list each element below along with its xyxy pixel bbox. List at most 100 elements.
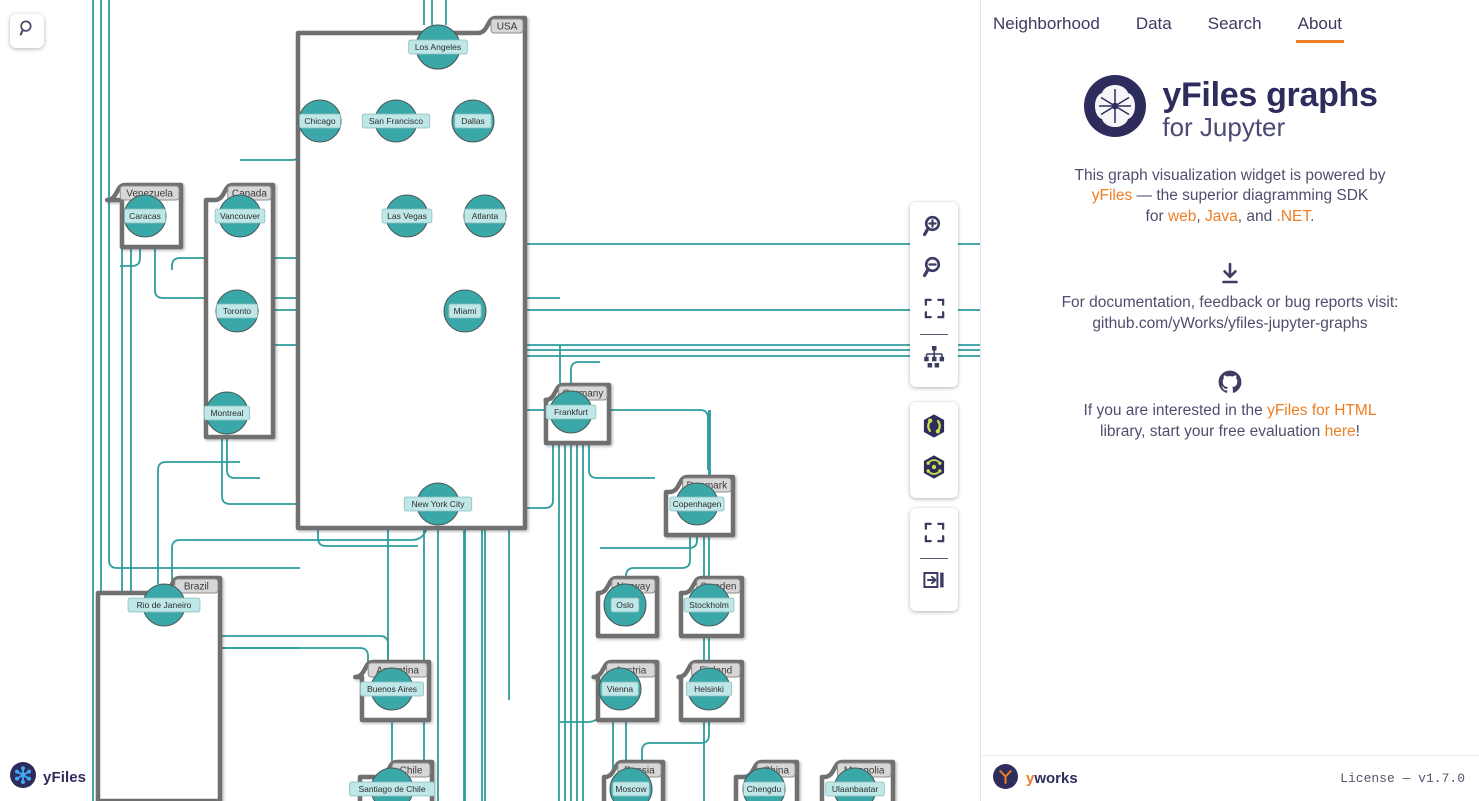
tab-search[interactable]: Search (1206, 12, 1264, 43)
yfiles-logo-icon (1082, 73, 1148, 144)
evaluation-tail: ! (1355, 422, 1360, 440)
yworks-wordmark-rest: works (1034, 770, 1078, 787)
graph-search-button[interactable] (10, 14, 44, 48)
hierarchic-layout-button[interactable] (910, 338, 958, 379)
graph-toolbar-main[interactable] (910, 202, 958, 387)
github-icon (1001, 369, 1459, 395)
graph-node-caracas[interactable]: Caracas (123, 194, 167, 238)
yfiles-jupyter-graphs-widget: USAVenezuelaCanadaGermanyDenmarkBrazilNo… (0, 0, 1479, 801)
evaluation-section: If you are interested in the yFiles for … (1001, 369, 1459, 443)
product-logo: yFiles graphs for Jupyter (1001, 73, 1459, 144)
tab-about[interactable]: About (1295, 12, 1345, 43)
organic-layout-button[interactable] (910, 408, 958, 449)
product-subtitle: for Jupyter (1162, 111, 1286, 142)
node-label: Caracas (129, 211, 161, 221)
node-label: Miami (454, 306, 477, 316)
group-frame (295, 15, 528, 531)
dotnet-link[interactable]: .NET (1277, 208, 1311, 225)
toggle-sidebar-button[interactable] (910, 562, 958, 603)
graph-toolbar-layout[interactable] (910, 402, 958, 498)
yworks-wordmark: yworks (1026, 770, 1078, 787)
node-label: Chengdu (747, 784, 782, 794)
java-link[interactable]: Java (1205, 208, 1238, 225)
node-label: Dallas (461, 116, 485, 126)
zoom-in-icon (922, 214, 946, 243)
node-label: Copenhagen (673, 499, 722, 509)
node-label: Stockholm (689, 600, 729, 610)
node-label: Ulaanbaatar (832, 784, 878, 794)
node-label: Montreal (210, 408, 243, 418)
fullscreen-icon (923, 521, 946, 549)
circular-layout-icon (921, 454, 947, 485)
yworks-logo: yworks (993, 763, 1078, 794)
github-repo-link[interactable]: github.com/yWorks/yfiles-jupyter-graphs (1001, 314, 1459, 335)
group-label: USA (497, 22, 518, 33)
blurb-line-1: This graph visualization widget is power… (1074, 167, 1386, 184)
toolbar-divider-2 (920, 558, 948, 559)
blurb-tail: . (1310, 207, 1315, 225)
zoom-in-button[interactable] (910, 208, 958, 249)
web-link[interactable]: web (1168, 208, 1196, 225)
node-label: Buenos Aires (367, 684, 417, 694)
about-panel: yFiles graphs for Jupyter This graph vis… (981, 43, 1479, 755)
blurb-line-3-prefix: for (1145, 207, 1168, 225)
sidebar: Neighborhood Data Search About yFiles gr… (980, 0, 1479, 801)
graph-node-dallas[interactable]: Dallas (451, 99, 495, 143)
node-label: New York City (412, 499, 466, 509)
yfiles-watermark-label: yFiles (43, 769, 87, 786)
graph-node-miami[interactable]: Miami (443, 289, 487, 333)
free-evaluation-link[interactable]: here (1325, 423, 1356, 440)
graph-node-chicago[interactable]: Chicago (298, 99, 342, 143)
fit-content-button[interactable] (910, 290, 958, 331)
license-label: License — v1.7.0 (1340, 771, 1465, 786)
node-label: Santiago de Chile (358, 784, 425, 794)
blurb-sep-1: , (1196, 207, 1206, 225)
node-label: Frankfurt (554, 407, 589, 417)
graph-rendering: USAVenezuelaCanadaGermanyDenmarkBrazilNo… (92, 0, 980, 801)
yfiles-for-html-link[interactable]: yFiles for HTML (1267, 402, 1376, 419)
evaluation-mid: library, start your free evaluation (1100, 422, 1325, 440)
graph-canvas[interactable]: USAVenezuelaCanadaGermanyDenmarkBrazilNo… (0, 0, 980, 801)
sidebar-tabbar: Neighborhood Data Search About (981, 0, 1479, 43)
graph-node-toronto[interactable]: Toronto (215, 289, 259, 333)
node-label: San Francisco (369, 116, 424, 126)
evaluation-prefix: If you are interested in the (1083, 401, 1268, 419)
node-label: Las Vegas (387, 211, 427, 221)
node-label: Rio de Janeiro (137, 600, 192, 610)
group-node-usa[interactable]: USA (295, 15, 528, 531)
graph-node-oslo[interactable]: Oslo (603, 583, 647, 627)
node-label: Helsinki (694, 684, 724, 694)
circular-layout-button[interactable] (910, 449, 958, 490)
organic-layout-icon (921, 413, 947, 444)
yfiles-link[interactable]: yFiles (1092, 187, 1132, 204)
node-label: Chicago (304, 116, 335, 126)
evaluation-text: If you are interested in the yFiles for … (1001, 401, 1459, 443)
node-label: Oslo (616, 600, 634, 610)
product-blurb: This graph visualization widget is power… (1001, 166, 1459, 227)
fullscreen-button[interactable] (910, 514, 958, 555)
node-label: Vancouver (220, 211, 260, 221)
zoom-out-button[interactable] (910, 249, 958, 290)
group-label: Brazil (184, 582, 209, 593)
yfiles-badge-icon (10, 762, 36, 793)
node-label: Toronto (223, 306, 252, 316)
toolbar-divider (920, 334, 948, 335)
hierarchic-layout-icon (922, 344, 946, 373)
node-label: Los Angeles (415, 42, 461, 52)
node-label: Atlanta (472, 211, 499, 221)
search-icon (18, 19, 37, 43)
node-label: Vienna (607, 684, 634, 694)
documentation-text: For documentation, feedback or bug repor… (1061, 294, 1399, 312)
fit-content-icon (923, 297, 946, 325)
tab-neighborhood[interactable]: Neighborhood (991, 12, 1102, 43)
download-icon (1001, 261, 1459, 287)
graph-node-vienna[interactable]: Vienna (598, 667, 642, 711)
documentation-section: For documentation, feedback or bug repor… (1001, 261, 1459, 335)
sidebar-footer: yworks License — v1.7.0 (981, 755, 1479, 801)
yworks-logo-icon (993, 763, 1018, 794)
zoom-out-icon (922, 255, 946, 284)
tab-data[interactable]: Data (1134, 12, 1174, 43)
graph-node-atlanta[interactable]: Atlanta (463, 194, 507, 238)
graph-toolbar-view[interactable] (910, 508, 958, 611)
yfiles-watermark: yFiles (10, 762, 86, 793)
